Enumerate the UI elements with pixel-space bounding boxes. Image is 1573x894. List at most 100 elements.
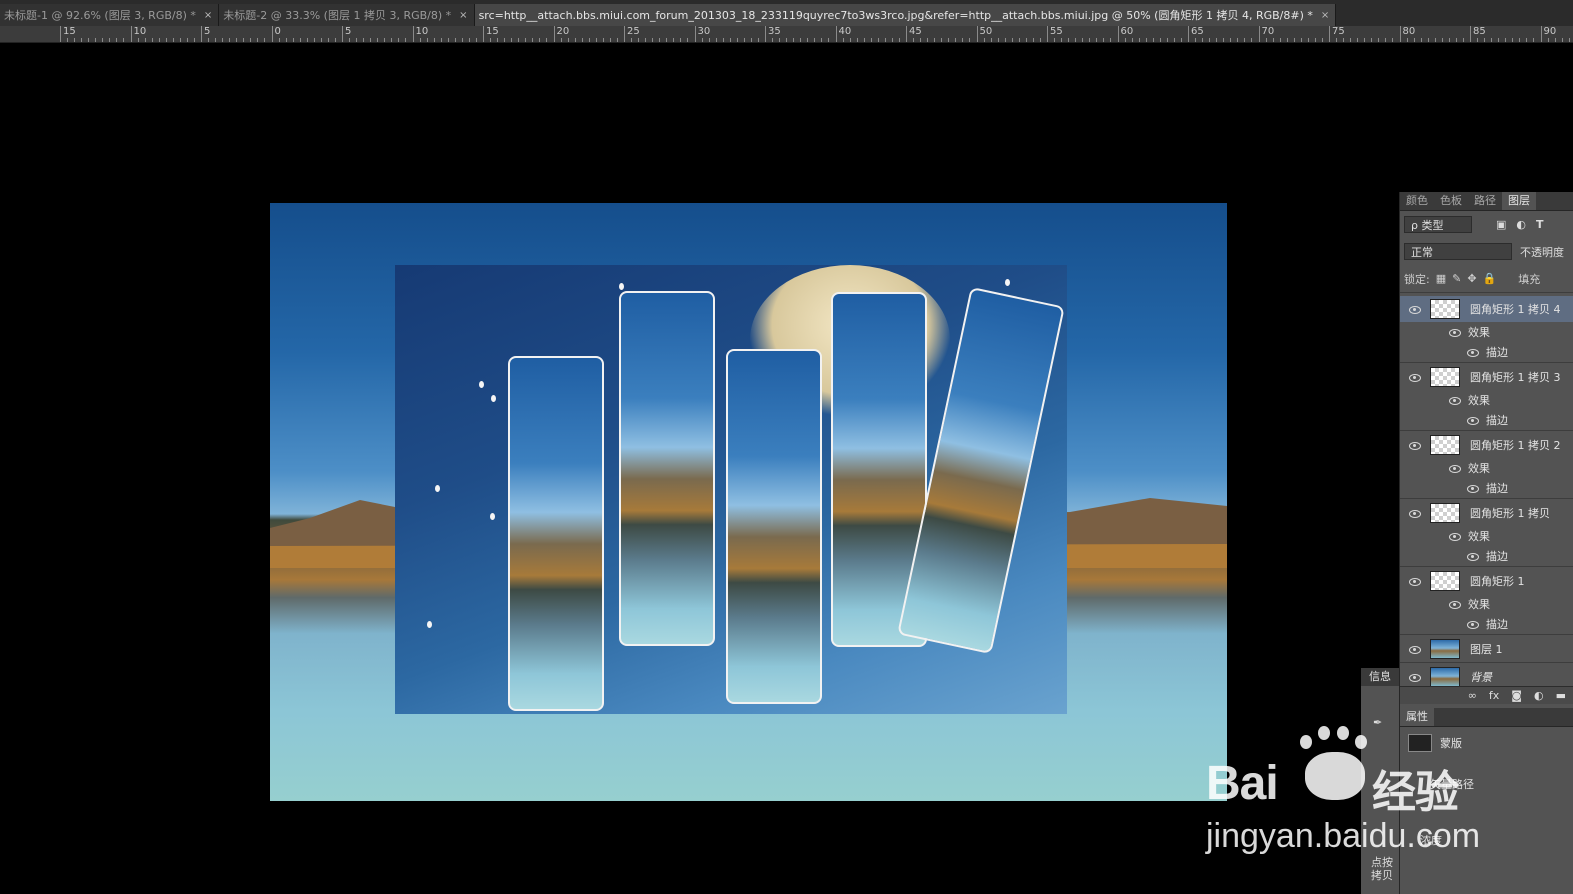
layer-effects-row[interactable]: 效果: [1400, 526, 1573, 546]
tab-swatches[interactable]: 色板: [1434, 192, 1468, 210]
fx-icon[interactable]: fx: [1489, 689, 1499, 702]
layer-separator: [1400, 430, 1573, 431]
ruler-minor-tick: [1519, 38, 1521, 42]
ruler-minor-tick: [88, 38, 90, 42]
layer-row[interactable]: 圆角矩形 1 拷贝 4: [1400, 296, 1573, 322]
adjustment-filter-icon[interactable]: ◐: [1516, 218, 1526, 231]
layer-row[interactable]: 圆角矩形 1: [1400, 568, 1573, 594]
ruler-minor-tick: [849, 38, 851, 42]
tab-label: 未标题-2 @ 33.3% (图层 1 拷贝 3, RGB/8) *: [223, 9, 452, 22]
ruler-minor-tick: [884, 38, 886, 42]
visibility-eye-icon[interactable]: [1466, 416, 1480, 425]
ruler-minor-tick: [638, 38, 640, 42]
layer-stroke-row[interactable]: 描边: [1400, 478, 1573, 498]
ruler-major-tick: [201, 26, 202, 42]
ruler-minor-tick: [1448, 38, 1450, 42]
ruler-label: 60: [1120, 26, 1134, 37]
canvas-document[interactable]: [270, 203, 1227, 801]
tab-active-document[interactable]: src=http__attach.bbs.miui.com_forum_2013…: [474, 4, 1337, 26]
visibility-eye-icon[interactable]: [1466, 620, 1480, 629]
visibility-eye-icon[interactable]: [1408, 305, 1422, 314]
ruler-minor-tick: [1230, 38, 1232, 42]
layer-row[interactable]: 圆角矩形 1 拷贝 3: [1400, 364, 1573, 390]
visibility-eye-icon[interactable]: [1466, 552, 1480, 561]
visibility-eye-icon[interactable]: [1448, 600, 1462, 609]
visibility-eye-icon[interactable]: [1408, 673, 1422, 682]
ruler-minor-tick: [870, 38, 872, 42]
type-filter-icon[interactable]: T: [1536, 218, 1544, 231]
visibility-eye-icon[interactable]: [1448, 532, 1462, 541]
rounded-rect-strip-2[interactable]: [619, 291, 715, 646]
ruler-minor-tick: [891, 38, 893, 42]
lock-move-icon[interactable]: ✥: [1467, 272, 1476, 285]
lock-all-icon[interactable]: 🔒: [1483, 272, 1497, 285]
ruler-minor-tick: [750, 38, 752, 42]
ruler-minor-tick: [948, 38, 950, 42]
mask-icon[interactable]: [1408, 734, 1432, 752]
tab-paths[interactable]: 路径: [1468, 192, 1502, 210]
visibility-eye-icon[interactable]: [1448, 464, 1462, 473]
ruler-minor-tick: [81, 38, 83, 42]
mask-label: 蒙版: [1440, 737, 1462, 750]
ruler-minor-tick: [1018, 38, 1020, 42]
layer-row[interactable]: 圆角矩形 1 拷贝: [1400, 500, 1573, 526]
layer-row[interactable]: 图层 1: [1400, 636, 1573, 662]
ruler-minor-tick: [786, 38, 788, 42]
layer-row[interactable]: 圆角矩形 1 拷贝 2: [1400, 432, 1573, 458]
lock-transparent-icon[interactable]: ▦: [1436, 272, 1446, 285]
link-icon[interactable]: ∞: [1468, 689, 1477, 702]
layer-effects-row[interactable]: 效果: [1400, 458, 1573, 478]
opacity-label: 不透明度: [1520, 245, 1564, 259]
fill-label: 填充: [1518, 272, 1541, 286]
visibility-eye-icon[interactable]: [1448, 396, 1462, 405]
ruler-label: 75: [1332, 26, 1345, 37]
close-icon[interactable]: ×: [1321, 10, 1329, 21]
paw-icon: [1305, 752, 1365, 800]
lock-brush-icon[interactable]: ✎: [1452, 272, 1461, 285]
visibility-eye-icon[interactable]: [1408, 645, 1422, 654]
rounded-rect-strip-1[interactable]: [508, 356, 604, 711]
visibility-eye-icon[interactable]: [1408, 509, 1422, 518]
blend-mode-select[interactable]: 正常: [1404, 243, 1512, 260]
ruler-minor-tick: [736, 38, 738, 42]
ruler-minor-tick: [419, 38, 421, 42]
tab-untitled-1[interactable]: 未标题-1 @ 92.6% (图层 3, RGB/8) * ×: [0, 4, 220, 26]
ruler-major-tick: [976, 26, 978, 42]
tab-color[interactable]: 颜色: [1400, 192, 1434, 210]
horizontal-ruler[interactable]: 15 10 5 0 5 10 15 20 25 30 35 40 45 50 55 60 65 70 75 80 85 9…: [0, 26, 1573, 43]
ruler-minor-tick: [1089, 38, 1091, 42]
visibility-eye-icon[interactable]: [1408, 373, 1422, 382]
eyedropper-icon: ✒: [1373, 716, 1383, 729]
tab-properties[interactable]: 属性: [1400, 708, 1434, 726]
visibility-eye-icon[interactable]: [1466, 348, 1480, 357]
visibility-eye-icon[interactable]: [1448, 328, 1462, 337]
layer-stroke-row[interactable]: 描边: [1400, 614, 1573, 634]
image-filter-icon[interactable]: ▣: [1496, 218, 1506, 231]
mask-icon[interactable]: ◙: [1511, 689, 1522, 702]
layer-filter-select[interactable]: ρ 类型: [1404, 216, 1472, 233]
tab-untitled-2[interactable]: 未标题-2 @ 33.3% (图层 1 拷贝 3, RGB/8) * ×: [219, 4, 475, 26]
rounded-rect-strip-3[interactable]: [726, 349, 822, 704]
close-icon[interactable]: ×: [204, 10, 212, 21]
layer-stroke-row[interactable]: 描边: [1400, 342, 1573, 362]
layer-effects-row[interactable]: 效果: [1400, 322, 1573, 342]
visibility-eye-icon[interactable]: [1408, 577, 1422, 586]
adjustment-icon[interactable]: ◐: [1534, 689, 1544, 702]
layer-stroke-row[interactable]: 描边: [1400, 546, 1573, 566]
folder-icon[interactable]: ▬: [1556, 689, 1566, 702]
visibility-eye-icon[interactable]: [1466, 484, 1480, 493]
paw-icon: [1318, 726, 1330, 740]
layer-stroke-row[interactable]: 描边: [1400, 410, 1573, 430]
tab-info[interactable]: 信息: [1361, 668, 1399, 686]
close-icon[interactable]: ×: [459, 10, 467, 21]
ruler-minor-tick: [1505, 38, 1507, 42]
layer-effects-row[interactable]: 效果: [1400, 390, 1573, 410]
ruler-major-tick: [60, 26, 61, 42]
ruler-minor-tick: [1336, 38, 1338, 42]
ruler-minor-tick: [609, 38, 611, 42]
ruler-minor-tick: [1131, 38, 1133, 42]
layer-effects-row[interactable]: 效果: [1400, 594, 1573, 614]
visibility-eye-icon[interactable]: [1408, 441, 1422, 450]
ruler-minor-tick: [1244, 38, 1246, 42]
tab-layers[interactable]: 图层: [1502, 192, 1536, 210]
